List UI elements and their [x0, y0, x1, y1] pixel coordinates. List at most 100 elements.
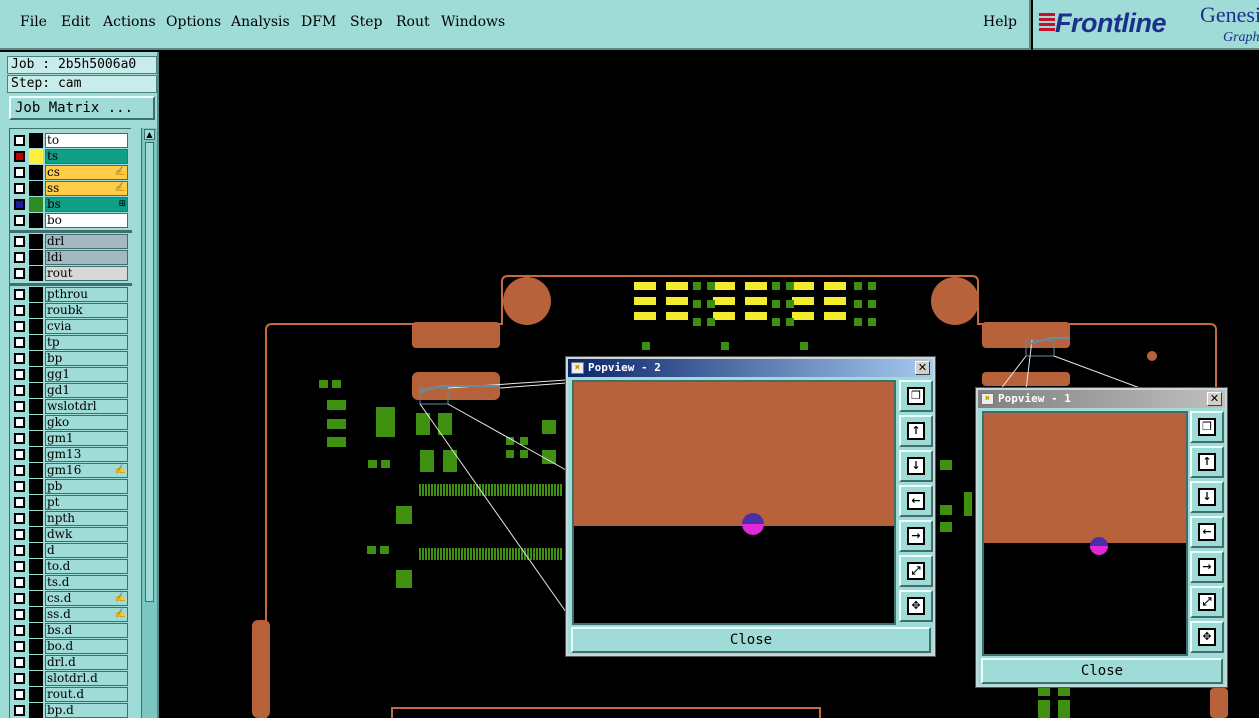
layer-checkbox[interactable] [14, 545, 25, 556]
layer-checkbox[interactable] [14, 369, 25, 380]
layer-name[interactable]: bp.d [45, 703, 128, 718]
layer-color-swatch[interactable] [29, 431, 43, 446]
layer-row[interactable]: tp [10, 335, 132, 350]
layer-checkbox[interactable] [14, 353, 25, 364]
layer-checkbox[interactable] [14, 433, 25, 444]
layer-name[interactable]: gm13 [45, 447, 128, 462]
menu-file[interactable]: File [20, 14, 47, 30]
layer-row[interactable]: bp.d [10, 703, 132, 718]
layer-color-swatch[interactable] [29, 133, 43, 148]
layer-name[interactable]: bp [45, 351, 128, 366]
layer-checkbox[interactable] [14, 321, 25, 332]
layer-name[interactable]: ts.d [45, 575, 128, 590]
layer-row[interactable]: ss.d ✍ [10, 607, 132, 622]
layer-row[interactable]: d [10, 543, 132, 558]
layer-row[interactable]: dwk [10, 527, 132, 542]
layer-name[interactable]: to [45, 133, 128, 148]
layer-row[interactable]: drl [10, 234, 132, 249]
layer-row[interactable]: drl.d [10, 655, 132, 670]
layer-color-swatch[interactable] [29, 559, 43, 574]
layer-color-swatch[interactable] [29, 181, 43, 196]
move-right-button[interactable]: → [1190, 551, 1224, 583]
popview-zoom-button[interactable]: ❐ [1190, 411, 1224, 443]
layer-checkbox[interactable] [14, 199, 25, 210]
layer-row[interactable]: bs.d [10, 623, 132, 638]
layer-row[interactable]: rout.d [10, 687, 132, 702]
layer-color-swatch[interactable] [29, 415, 43, 430]
layer-checkbox[interactable] [14, 481, 25, 492]
scroll-thumb[interactable] [145, 142, 154, 602]
layer-checkbox[interactable] [14, 385, 25, 396]
move-up-button[interactable]: ↑ [899, 415, 933, 447]
layer-checkbox[interactable] [14, 167, 25, 178]
layer-checkbox[interactable] [14, 449, 25, 460]
move-left-button[interactable]: ← [899, 485, 933, 517]
layer-color-swatch[interactable] [29, 639, 43, 654]
menu-edit[interactable]: Edit [61, 14, 90, 30]
layer-color-swatch[interactable] [29, 319, 43, 334]
layer-name[interactable]: to.d [45, 559, 128, 574]
layer-row[interactable]: slotdrl.d [10, 671, 132, 686]
popview-zoom-button[interactable]: ❐ [899, 380, 933, 412]
layer-row[interactable]: npth [10, 511, 132, 526]
layer-row[interactable]: roubk [10, 303, 132, 318]
layer-row[interactable]: wslotdrl [10, 399, 132, 414]
center-button[interactable]: ✥ [1190, 621, 1224, 653]
layer-checkbox[interactable] [14, 673, 25, 684]
layer-name[interactable]: gm1 [45, 431, 128, 446]
layer-name[interactable]: dwk [45, 527, 128, 542]
layer-name[interactable]: d [45, 543, 128, 558]
move-up-button[interactable]: ↑ [1190, 446, 1224, 478]
zoom-fit-button[interactable]: ⤢ [1190, 586, 1224, 618]
layer-name[interactable]: cs.d ✍ [45, 591, 128, 606]
layer-checkbox[interactable] [14, 705, 25, 716]
layer-color-swatch[interactable] [29, 703, 43, 718]
move-down-button[interactable]: ↓ [899, 450, 933, 482]
window-close-icon[interactable]: ✕ [1207, 392, 1222, 406]
layer-checkbox[interactable] [14, 289, 25, 300]
menu-dfm[interactable]: DFM [301, 14, 336, 30]
layer-row[interactable]: ts [10, 149, 132, 164]
layer-name[interactable]: drl [45, 234, 128, 249]
layer-row[interactable]: pt [10, 495, 132, 510]
move-left-button[interactable]: ← [1190, 516, 1224, 548]
layer-name[interactable]: ldi [45, 250, 128, 265]
menu-step[interactable]: Step [350, 14, 382, 30]
layer-name[interactable]: rout [45, 266, 128, 281]
layer-scrollbar[interactable]: ▲ [141, 128, 157, 718]
menu-windows[interactable]: Windows [441, 14, 505, 30]
layer-color-swatch[interactable] [29, 447, 43, 462]
layer-color-swatch[interactable] [29, 234, 43, 249]
layer-color-swatch[interactable] [29, 399, 43, 414]
popview-2-close-button[interactable]: Close [571, 627, 931, 653]
layer-name[interactable]: pthrou [45, 287, 128, 302]
layer-color-swatch[interactable] [29, 197, 43, 212]
scroll-up-icon[interactable]: ▲ [144, 129, 155, 140]
layer-row[interactable]: ss ✍ [10, 181, 132, 196]
layer-checkbox[interactable] [14, 593, 25, 604]
layer-row[interactable]: gko [10, 415, 132, 430]
move-right-button[interactable]: → [899, 520, 933, 552]
layer-row[interactable]: bp [10, 351, 132, 366]
layer-name[interactable]: pt [45, 495, 128, 510]
layer-name[interactable]: ss ✍ [45, 181, 128, 196]
layer-row[interactable]: to.d [10, 559, 132, 574]
layer-name[interactable]: rout.d [45, 687, 128, 702]
layer-name[interactable]: tp [45, 335, 128, 350]
layer-color-swatch[interactable] [29, 149, 43, 164]
layer-name[interactable]: gd1 [45, 383, 128, 398]
layer-row[interactable]: gm1 [10, 431, 132, 446]
layer-row[interactable]: gd1 [10, 383, 132, 398]
layer-row[interactable]: to [10, 133, 132, 148]
window-close-icon[interactable]: ✕ [915, 361, 930, 375]
layer-color-swatch[interactable] [29, 335, 43, 350]
layer-checkbox[interactable] [14, 609, 25, 620]
layer-checkbox[interactable] [14, 183, 25, 194]
layer-name[interactable]: gg1 [45, 367, 128, 382]
layer-checkbox[interactable] [14, 465, 25, 476]
layer-color-swatch[interactable] [29, 607, 43, 622]
layer-name[interactable]: bo [45, 213, 128, 228]
layer-checkbox[interactable] [14, 305, 25, 316]
layer-row[interactable]: cvia [10, 319, 132, 334]
layer-checkbox[interactable] [14, 215, 25, 226]
